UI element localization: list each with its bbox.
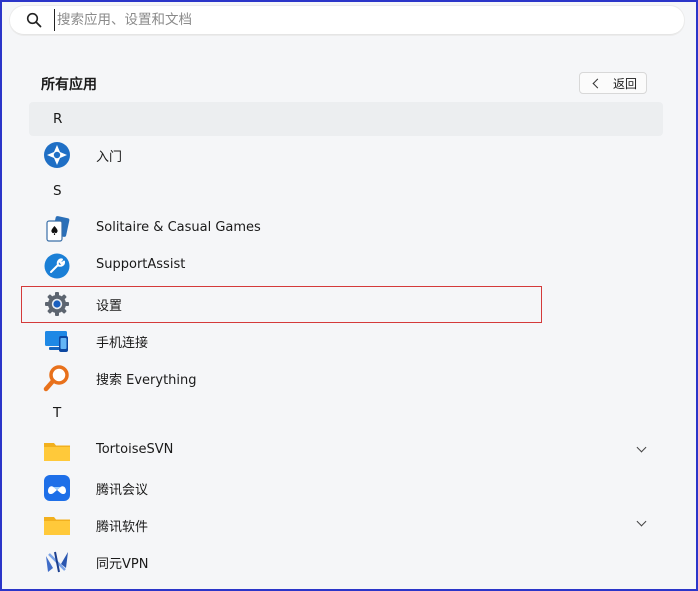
section-letter: R — [53, 111, 63, 127]
tencent-meeting-icon — [44, 475, 70, 501]
chevron-down-icon[interactable] — [636, 516, 647, 527]
app-label: 入门 — [96, 150, 123, 165]
app-label: 腾讯软件 — [96, 520, 149, 535]
all-apps-title: 所有应用 — [41, 77, 97, 93]
folder-icon — [44, 517, 70, 535]
folder-icon — [44, 443, 70, 461]
app-label: SupportAssist — [96, 257, 186, 272]
app-label: 同元VPN — [96, 557, 149, 572]
chevron-left-icon — [592, 78, 603, 88]
get-started-icon — [44, 142, 70, 168]
app-label: 腾讯会议 — [96, 483, 149, 498]
search-input[interactable] — [54, 9, 657, 31]
section-letter: T — [53, 405, 62, 421]
app-item-vpn[interactable]: 同元VPN — [29, 543, 663, 579]
back-button-label: 返回 — [613, 76, 638, 91]
solitaire-icon — [46, 216, 70, 242]
app-item-solitaire[interactable]: Solitaire & Casual Games — [29, 210, 663, 246]
search-box[interactable] — [10, 6, 684, 35]
app-label: 手机连接 — [96, 336, 149, 351]
start-menu-all-apps: 所有应用 返回 R 入门 S Solitaire & Casual Games — [0, 0, 698, 591]
back-button[interactable]: 返回 — [579, 72, 647, 94]
app-label: 搜索 Everything — [96, 373, 197, 388]
search-icon — [26, 12, 42, 28]
app-item-supportassist[interactable]: SupportAssist — [29, 247, 663, 283]
vpn-icon — [46, 551, 68, 573]
support-assist-icon — [44, 253, 70, 279]
app-item-get-started[interactable]: 入门 — [29, 136, 663, 172]
app-item-tortoisesvn[interactable]: TortoiseSVN — [29, 432, 663, 468]
app-item-phone-link[interactable]: 手机连接 — [29, 322, 663, 358]
phone-link-icon — [45, 331, 68, 352]
app-item-everything[interactable]: 搜索 Everything — [29, 359, 663, 395]
app-item-tencent-software[interactable]: 腾讯软件 — [29, 506, 663, 542]
magnifier-icon — [43, 365, 69, 392]
app-label: Solitaire & Casual Games — [96, 220, 261, 235]
section-letter: S — [53, 183, 62, 199]
chevron-down-icon[interactable] — [636, 442, 647, 453]
app-label: 设置 — [96, 299, 123, 314]
section-header-r[interactable]: R — [29, 102, 663, 136]
settings-gear-icon — [45, 292, 69, 316]
section-header-t[interactable]: T — [29, 396, 663, 430]
section-header-s[interactable]: S — [29, 174, 663, 208]
app-item-settings[interactable]: 设置 — [29, 285, 663, 321]
app-label: TortoiseSVN — [96, 442, 174, 457]
app-item-tencent-meeting[interactable]: 腾讯会议 — [29, 469, 663, 505]
